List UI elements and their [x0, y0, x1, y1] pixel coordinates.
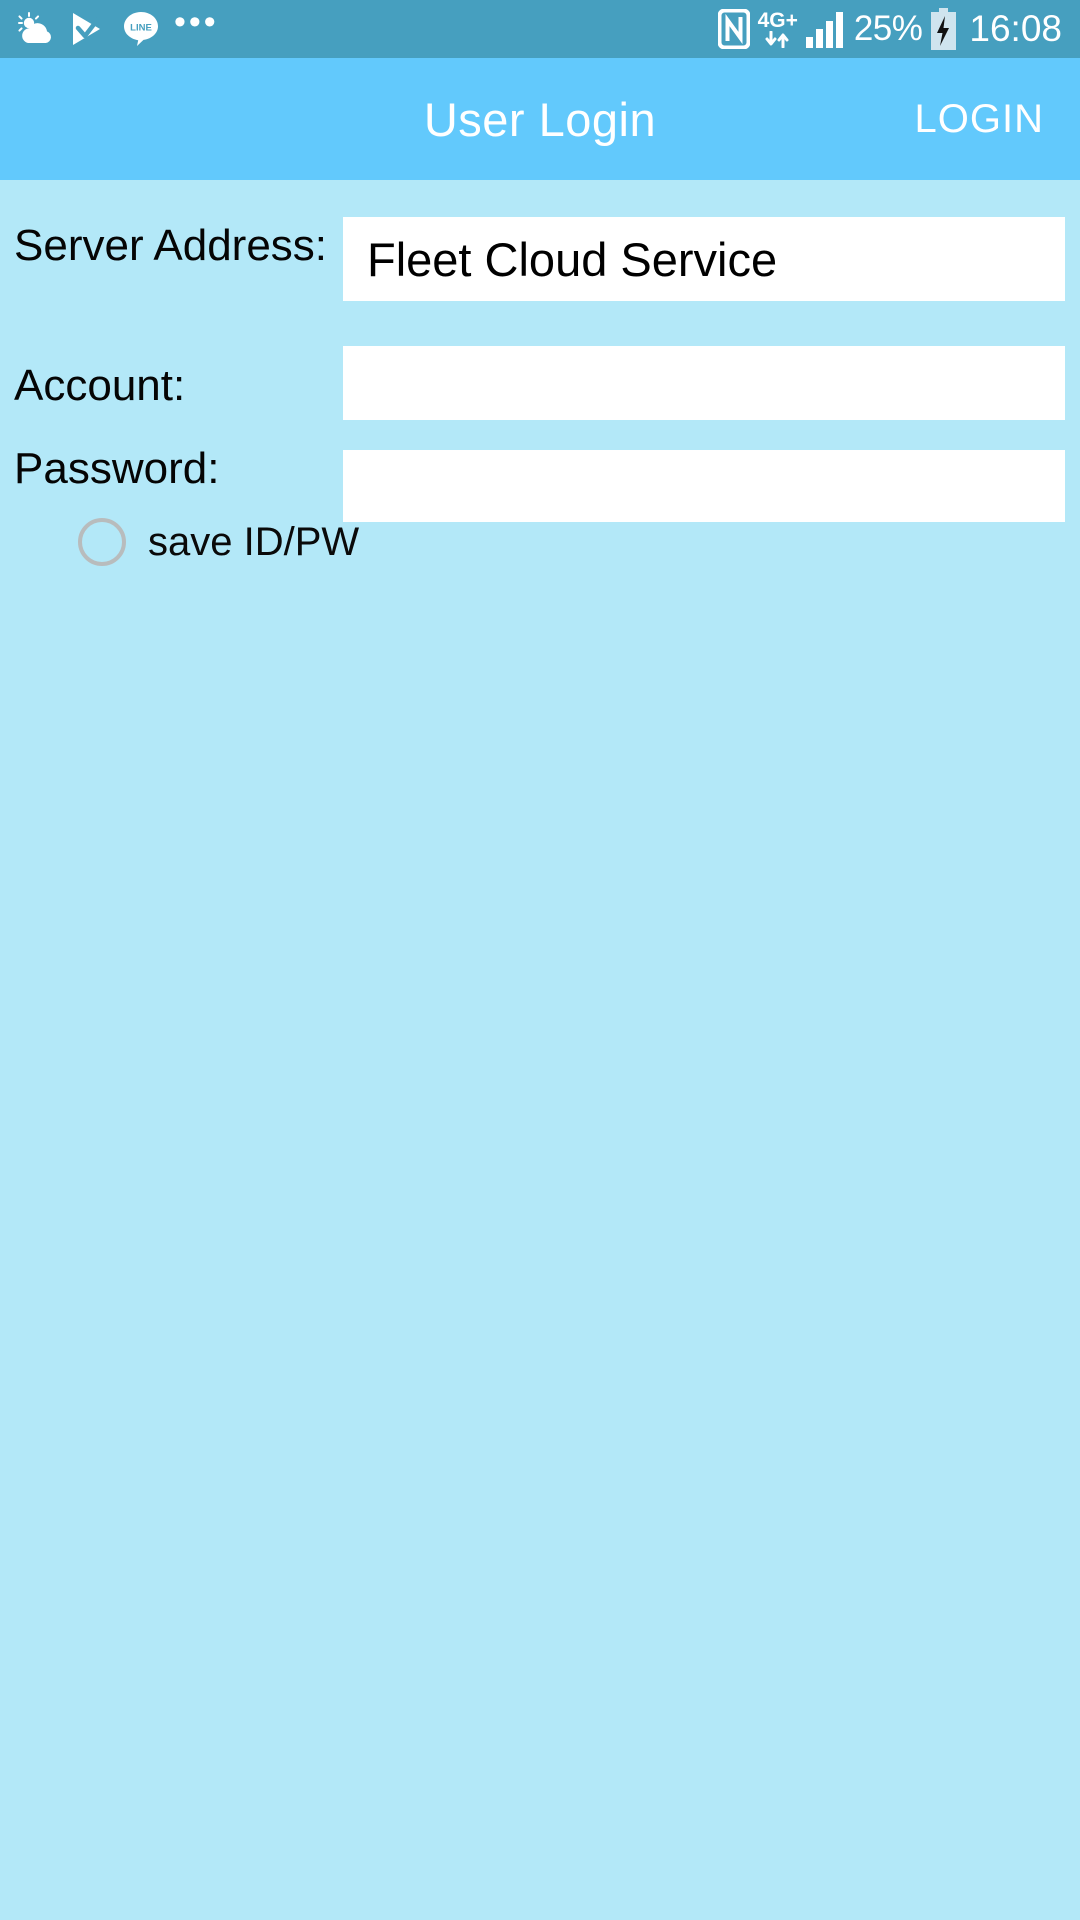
battery-charging-icon	[930, 8, 957, 50]
save-credentials-row[interactable]: save ID/PW	[78, 518, 359, 566]
save-credentials-checkbox[interactable]	[78, 518, 126, 566]
account-input[interactable]	[343, 346, 1065, 420]
password-input[interactable]	[343, 450, 1065, 522]
more-notifications-icon: •••	[174, 3, 219, 41]
play-store-check-icon	[70, 12, 108, 46]
account-label: Account:	[14, 361, 186, 410]
login-button[interactable]: LOGIN	[915, 58, 1044, 180]
svg-text:LINE: LINE	[130, 23, 152, 34]
status-bar-right-icons: 4G+ 25% 16:08	[717, 8, 1062, 50]
app-bar: User Login LOGIN	[0, 58, 1080, 180]
server-address-label: Server Address:	[14, 221, 328, 270]
weather-icon	[16, 12, 56, 46]
save-credentials-label: save ID/PW	[148, 520, 360, 564]
status-bar-clock: 16:08	[969, 8, 1062, 49]
status-bar: LINE ••• 4G+ 25% 16:08	[0, 0, 1080, 58]
password-label: Password:	[14, 444, 220, 493]
nfc-icon	[717, 8, 751, 50]
line-app-icon: LINE	[122, 10, 160, 48]
status-bar-left-icons: LINE •••	[16, 3, 219, 48]
data-transfer-arrows-icon	[763, 30, 793, 49]
server-address-input[interactable]	[343, 217, 1065, 301]
signal-bars-icon	[805, 10, 846, 48]
login-form: Server Address: Account: Password: save …	[0, 180, 1080, 1920]
battery-percent-label: 25%	[853, 9, 923, 48]
network-type-indicator: 4G+	[758, 10, 798, 49]
